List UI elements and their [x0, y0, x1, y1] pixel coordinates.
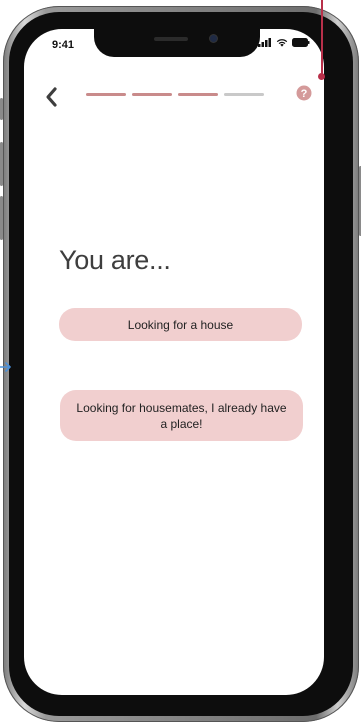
progress-step-complete	[132, 93, 172, 96]
front-camera	[210, 35, 217, 42]
speaker-grille	[154, 37, 188, 41]
status-icons	[258, 38, 310, 47]
mute-switch	[0, 98, 3, 120]
signal-icon	[258, 38, 271, 47]
canvas: 9:41 ? You are... Looking for a house Lo…	[0, 0, 361, 725]
phone-frame: 9:41 ? You are... Looking for a house Lo…	[0, 6, 361, 722]
status-time: 9:41	[52, 39, 75, 51]
annotation-connector-dot	[318, 73, 325, 80]
notch	[94, 29, 260, 57]
option-label: Looking for a house	[127, 317, 234, 332]
progress-step-complete	[178, 93, 218, 96]
annotation-arrow-icon	[0, 362, 11, 372]
progress-step-complete	[86, 93, 126, 96]
phone-bezel: 9:41 ? You are... Looking for a house Lo…	[9, 12, 353, 716]
page-title: You are...	[59, 245, 171, 275]
annotation-connector-line	[321, 0, 323, 76]
help-button[interactable]: ?	[296, 85, 312, 101]
volume-up-button	[0, 142, 3, 186]
back-button[interactable]	[44, 85, 60, 109]
chevron-left-icon	[46, 87, 57, 107]
progress-bar	[86, 93, 264, 96]
battery-icon	[292, 38, 310, 47]
progress-step-pending	[224, 93, 264, 96]
wifi-icon	[276, 39, 288, 47]
option-looking-for-house[interactable]: Looking for a house	[59, 308, 302, 341]
option-label: Looking for housemates, I already have a…	[76, 400, 287, 431]
screen: 9:41 ? You are... Looking for a house Lo…	[24, 29, 324, 695]
svg-text:?: ?	[301, 88, 308, 100]
option-looking-for-housemates[interactable]: Looking for housemates, I already have a…	[60, 390, 303, 441]
question-circle-icon: ?	[296, 85, 312, 101]
volume-down-button	[0, 196, 3, 240]
